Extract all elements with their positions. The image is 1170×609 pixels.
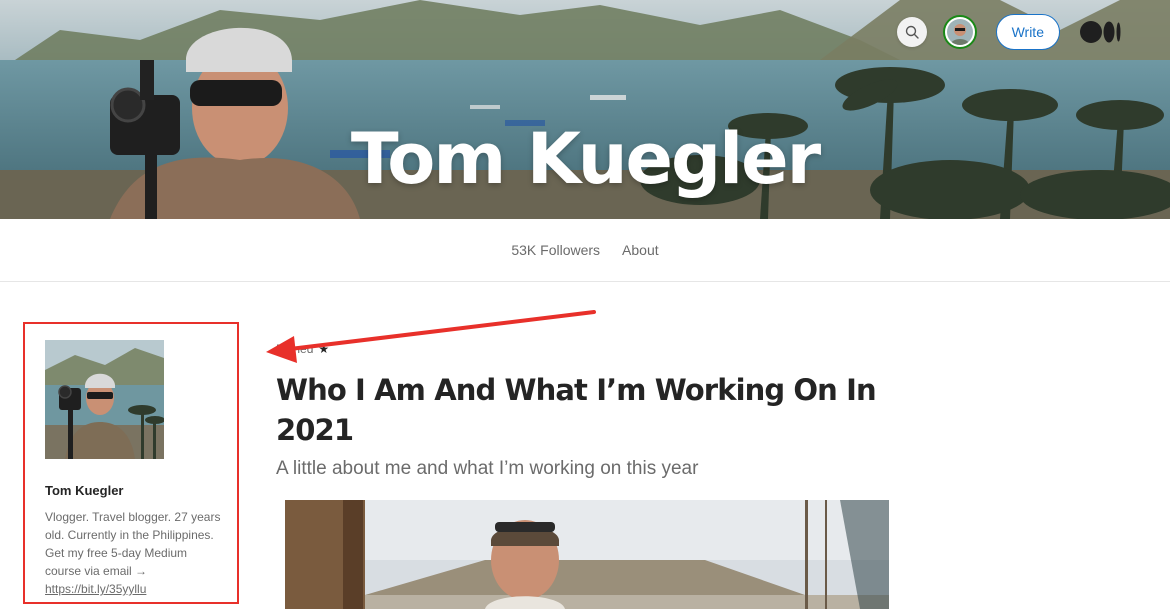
- avatar: [946, 19, 973, 45]
- article-title[interactable]: Who I Am And What I’m Working On In 2021: [276, 370, 877, 450]
- author-photo[interactable]: [45, 340, 164, 459]
- author-bio: Vlogger. Travel blogger. 27 years old. C…: [45, 508, 225, 598]
- medium-logo-icon[interactable]: [1080, 21, 1122, 43]
- user-avatar-button[interactable]: [942, 15, 977, 49]
- search-icon: [905, 25, 919, 39]
- author-card: Tom Kuegler Vlogger. Travel blogger. 27 …: [23, 322, 239, 604]
- pinned-text: Pinned: [276, 342, 314, 356]
- article-image[interactable]: [285, 500, 889, 609]
- hero-title: Tom Kuegler: [350, 118, 821, 200]
- profile-page: Tom Kuegler Write 53K Followers About To…: [0, 0, 1170, 609]
- top-actions: Write: [896, 14, 1122, 50]
- pinned-label: Pinned ★: [276, 342, 329, 356]
- star-icon: ★: [318, 342, 330, 356]
- author-link[interactable]: https://bit.ly/35yyllu: [45, 582, 146, 596]
- article-subtitle[interactable]: A little about me and what I’m working o…: [276, 458, 698, 480]
- followers-link[interactable]: 53K Followers: [511, 242, 600, 258]
- profile-nav: 53K Followers About: [0, 219, 1170, 282]
- write-button[interactable]: Write: [995, 14, 1060, 50]
- hero-banner: Tom Kuegler Write: [0, 0, 1170, 219]
- about-link[interactable]: About: [622, 242, 659, 258]
- author-name: Tom Kuegler: [45, 483, 124, 498]
- author-bio-text: Vlogger. Travel blogger. 27 years old. C…: [45, 510, 221, 578]
- search-button[interactable]: [896, 17, 927, 47]
